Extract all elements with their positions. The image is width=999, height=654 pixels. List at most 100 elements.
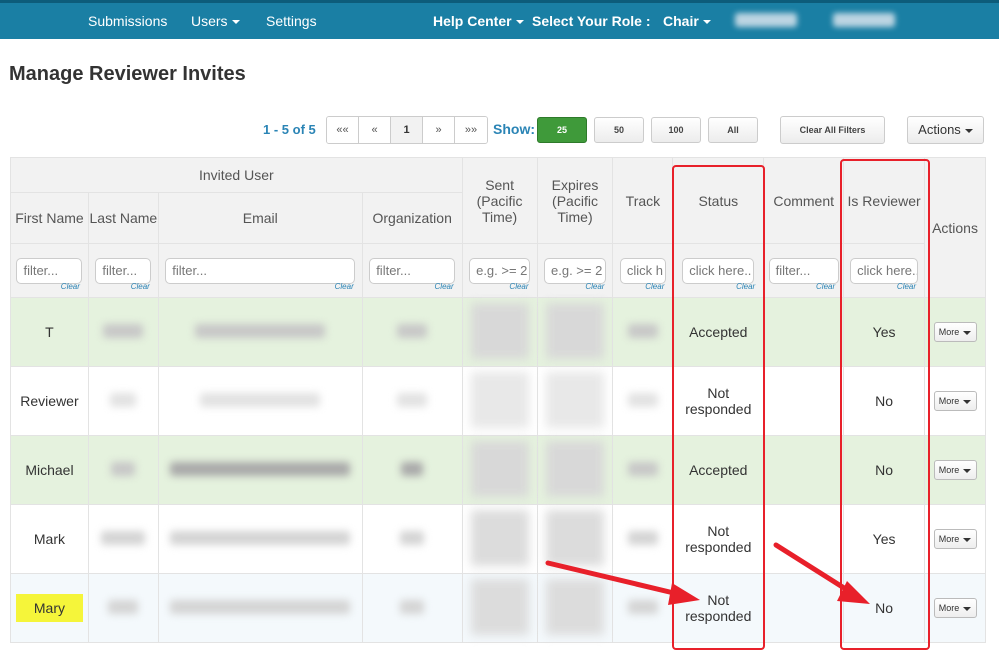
column-header-track[interactable]: Track bbox=[612, 157, 674, 244]
more-label: More bbox=[938, 327, 960, 337]
redacted-last-name bbox=[111, 461, 136, 476]
chevron-down-icon bbox=[963, 399, 972, 404]
comment-filter-input[interactable]: filter... bbox=[768, 257, 839, 284]
clear-filter-link[interactable]: Clear bbox=[435, 282, 454, 291]
page-size-25-button[interactable]: 25 bbox=[537, 117, 587, 143]
first-name-cell: Mark bbox=[10, 504, 89, 574]
column-header-actions: Actions bbox=[924, 157, 986, 298]
chevron-down-icon bbox=[515, 20, 524, 25]
clear-filter-link[interactable]: Clear bbox=[509, 282, 528, 291]
email-filter-input[interactable]: filter... bbox=[165, 257, 356, 284]
redacted-email bbox=[170, 530, 351, 545]
redacted-sent-date bbox=[470, 302, 529, 359]
chevron-down-icon bbox=[963, 330, 972, 335]
expires-filter-input[interactable]: e.g. >= 2 bbox=[544, 257, 606, 284]
is-reviewer-column-highlight-box bbox=[840, 159, 930, 650]
clear-filter-link[interactable]: Clear bbox=[335, 282, 354, 291]
clear-filter-link[interactable]: Clear bbox=[585, 282, 604, 291]
page-size-100-button[interactable]: 100 bbox=[651, 117, 701, 143]
nav-help-center-label: Help Center bbox=[433, 13, 512, 29]
more-button[interactable]: More bbox=[933, 391, 977, 411]
organization-filter-input[interactable]: filter... bbox=[369, 257, 456, 284]
chevron-down-icon bbox=[963, 537, 972, 542]
redacted-expires-date bbox=[546, 509, 604, 566]
column-header-comment[interactable]: Comment bbox=[763, 157, 845, 244]
chevron-down-icon bbox=[231, 20, 240, 25]
nav-users[interactable]: Users bbox=[191, 13, 240, 29]
role-label: Select Your Role : bbox=[532, 13, 651, 29]
redacted-email bbox=[170, 461, 351, 476]
redacted-email bbox=[200, 392, 321, 407]
redacted-organization bbox=[397, 323, 428, 338]
chevron-down-icon bbox=[963, 468, 972, 473]
redacted-email bbox=[170, 599, 351, 614]
column-header-last-name[interactable]: Last Name bbox=[87, 192, 159, 244]
clear-filter-link[interactable]: Clear bbox=[816, 282, 835, 291]
more-button[interactable]: More bbox=[933, 529, 977, 549]
redacted-track bbox=[627, 530, 658, 545]
comment-cell bbox=[763, 366, 845, 436]
first-name-filter-input[interactable]: filter... bbox=[16, 257, 83, 284]
first-name-cell: T bbox=[10, 297, 89, 367]
redacted-email bbox=[195, 323, 326, 338]
redacted-sent-date bbox=[470, 578, 529, 635]
more-button[interactable]: More bbox=[933, 460, 977, 480]
clear-filter-link[interactable]: Clear bbox=[645, 282, 664, 291]
page-title: Manage Reviewer Invites bbox=[9, 63, 246, 85]
actions-label: Actions bbox=[918, 122, 961, 137]
page-size-all-button[interactable]: All bbox=[708, 117, 758, 143]
top-navbar: Submissions Users Settings Help Center S… bbox=[0, 0, 999, 39]
current-page-button[interactable]: 1 bbox=[391, 117, 423, 143]
nav-submissions[interactable]: Submissions bbox=[88, 13, 167, 29]
status-column-highlight-box bbox=[672, 165, 765, 650]
more-label: More bbox=[938, 396, 960, 406]
first-name-cell: Mary bbox=[15, 594, 84, 622]
redacted-organization bbox=[397, 392, 428, 407]
last-name-filter-input[interactable]: filter... bbox=[95, 257, 152, 284]
clear-all-filters-button[interactable]: Clear All Filters bbox=[780, 116, 885, 144]
redacted-expires-date bbox=[546, 440, 604, 497]
show-label: Show: bbox=[493, 121, 535, 137]
next-page-button[interactable]: » bbox=[423, 117, 455, 143]
redacted-organization bbox=[400, 530, 425, 545]
column-header-first-name[interactable]: First Name bbox=[10, 192, 89, 244]
pagination-range: 1 - 5 of 5 bbox=[263, 122, 316, 137]
nav-help-center[interactable]: Help Center bbox=[433, 13, 524, 29]
column-header-organization[interactable]: Organization bbox=[361, 192, 463, 244]
more-button[interactable]: More bbox=[933, 322, 977, 342]
redacted-track bbox=[627, 323, 658, 338]
redacted-last-name bbox=[110, 392, 137, 407]
column-header-email[interactable]: Email bbox=[157, 192, 363, 244]
redacted-track bbox=[627, 461, 658, 476]
redacted-expires-date bbox=[546, 302, 604, 359]
redacted-expires-date bbox=[546, 578, 604, 635]
first-name-cell: Reviewer bbox=[10, 366, 89, 436]
redacted-sent-date bbox=[470, 509, 529, 566]
first-page-button[interactable]: «« bbox=[327, 117, 359, 143]
column-header-expires[interactable]: Expires (Pacific Time) bbox=[536, 157, 614, 244]
chevron-down-icon bbox=[702, 20, 711, 25]
nav-users-label: Users bbox=[191, 13, 228, 29]
nav-settings[interactable]: Settings bbox=[266, 13, 317, 29]
column-header-sent[interactable]: Sent (Pacific Time) bbox=[461, 157, 538, 244]
more-button[interactable]: More bbox=[933, 598, 977, 618]
chevron-down-icon bbox=[964, 128, 973, 133]
redacted-last-name bbox=[101, 530, 146, 545]
invited-user-header: Invited User bbox=[10, 157, 463, 193]
clear-filter-link[interactable]: Clear bbox=[61, 282, 80, 291]
redacted-sent-date bbox=[470, 440, 529, 497]
actions-dropdown-button[interactable]: Actions bbox=[907, 116, 984, 144]
page-size-50-button[interactable]: 50 bbox=[594, 117, 644, 143]
redacted-menu[interactable] bbox=[833, 13, 895, 27]
redacted-organization bbox=[401, 461, 424, 476]
comment-cell bbox=[763, 297, 845, 367]
clear-filter-link[interactable]: Clear bbox=[131, 282, 150, 291]
role-dropdown[interactable]: Chair bbox=[663, 13, 711, 29]
first-name-cell: Michael bbox=[10, 435, 89, 505]
sent-filter-input[interactable]: e.g. >= 2 bbox=[469, 257, 531, 284]
last-page-button[interactable]: »» bbox=[455, 117, 487, 143]
track-filter-input[interactable]: click h bbox=[619, 257, 666, 284]
prev-page-button[interactable]: « bbox=[359, 117, 391, 143]
more-label: More bbox=[938, 465, 960, 475]
redacted-user-menu[interactable] bbox=[735, 13, 797, 27]
